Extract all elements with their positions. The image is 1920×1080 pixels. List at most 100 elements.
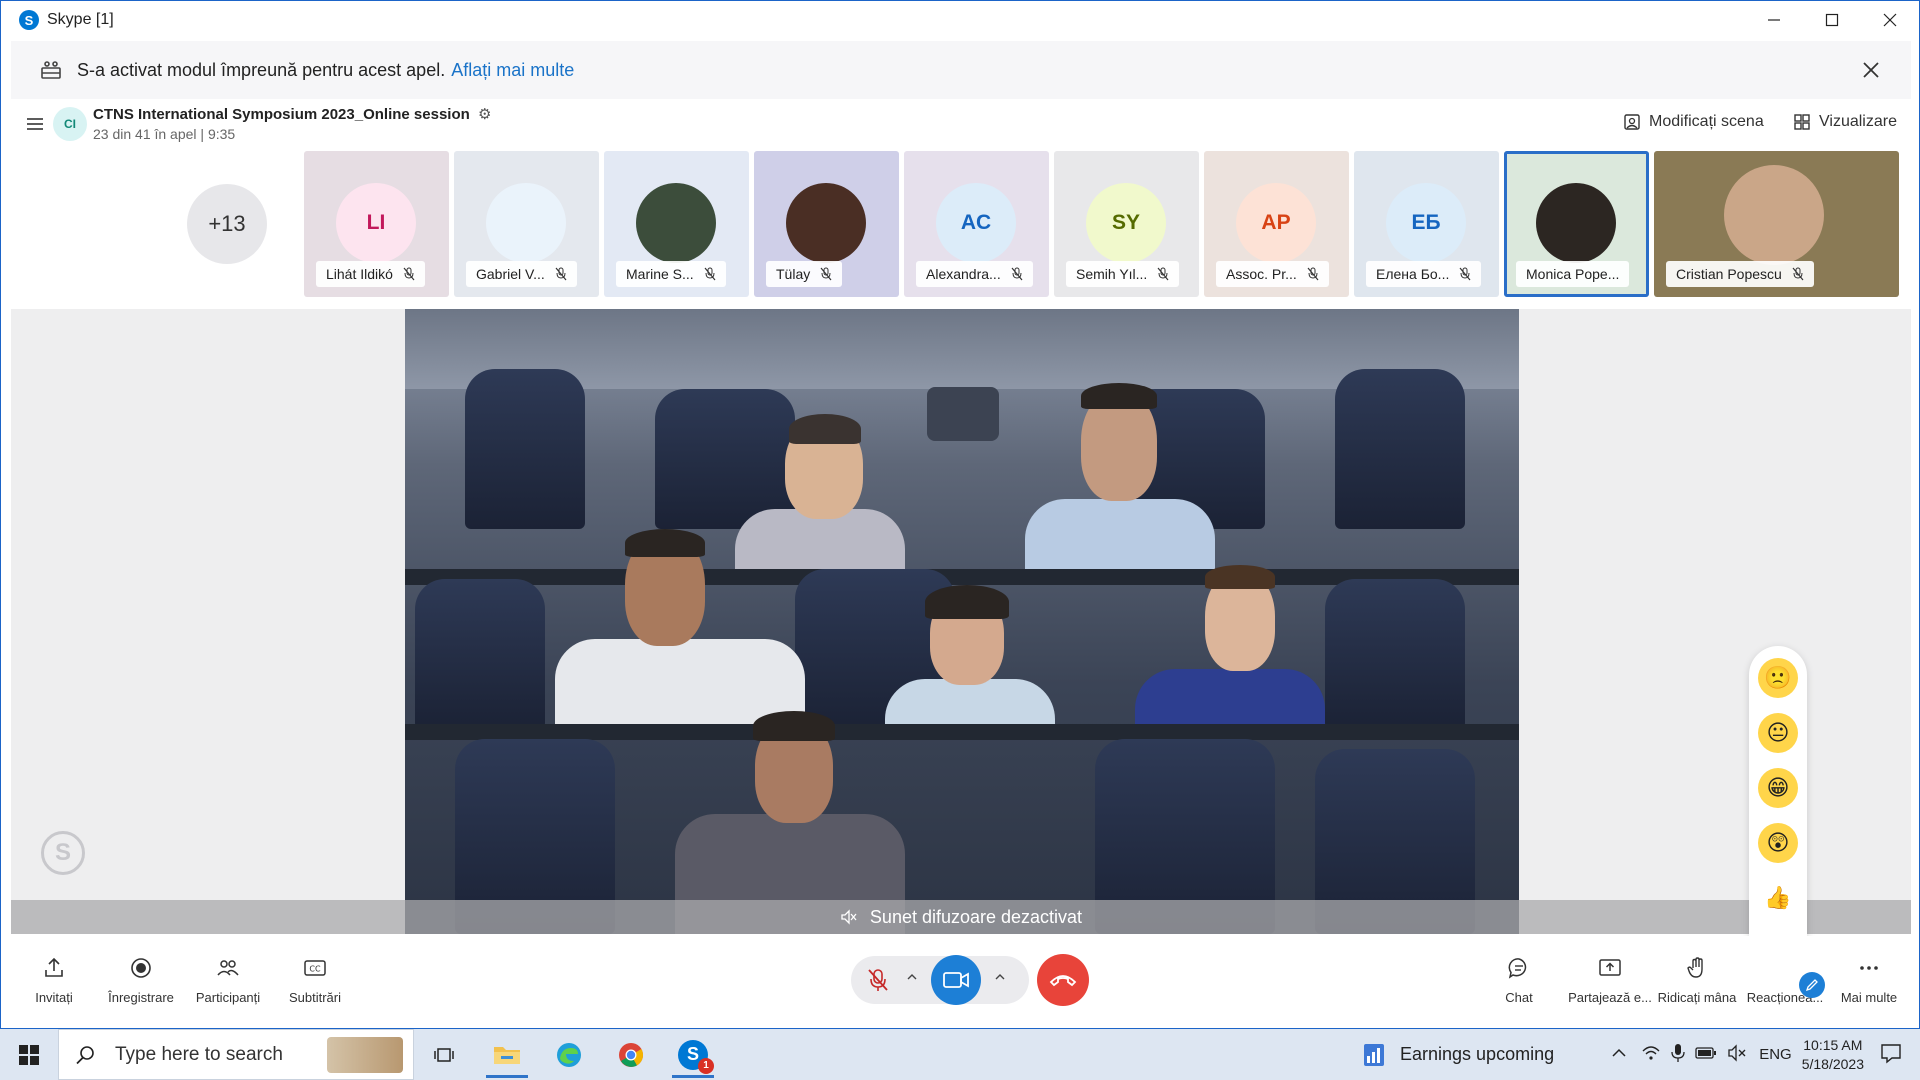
chat-bubble-icon: [1508, 958, 1527, 979]
mic-muted-icon: [704, 267, 716, 281]
participant-avatar: LI: [336, 183, 416, 263]
together-mode-notice: S-a activat modul împreună pentru acest …: [11, 41, 1911, 99]
notifications-icon[interactable]: [1880, 1042, 1902, 1068]
file-explorer-app[interactable]: [476, 1029, 538, 1080]
close-icon: [1883, 13, 1897, 27]
raise-hand-button[interactable]: Ridicați mâna: [1652, 956, 1742, 1005]
change-scene-label: Modificați scena: [1649, 113, 1764, 130]
view-label: Vizualizare: [1819, 113, 1897, 130]
skype-notification-badge: 1: [698, 1057, 714, 1074]
view-button[interactable]: Vizualizare: [1793, 113, 1897, 131]
share-screen-button[interactable]: Partajează e...: [1562, 956, 1658, 1005]
folder-icon: [494, 1046, 520, 1064]
edit-pencil-icon[interactable]: [1799, 972, 1825, 998]
taskbar-clock[interactable]: 10:15 AM 5/18/2023: [1802, 1036, 1864, 1074]
participant-avatar: ЕБ: [1386, 183, 1466, 263]
participant-tile[interactable]: AP Assoc. Pr...: [1204, 151, 1349, 297]
participant-avatar: [486, 183, 566, 263]
show-hidden-icons-chevron-icon[interactable]: [1611, 1046, 1627, 1063]
participant-name: Cristian Popescu: [1676, 266, 1782, 282]
end-call-button[interactable]: [1037, 954, 1089, 1006]
laugh-emoji-icon[interactable]: 😁: [1758, 768, 1798, 808]
call-title-text: CTNS International Symposium 2023_Online…: [93, 106, 470, 123]
news-text: Earnings upcoming: [1400, 1044, 1555, 1064]
thumbs-up-icon[interactable]: 👍: [1758, 878, 1798, 918]
participant-tile[interactable]: AC Alexandra...: [904, 151, 1049, 297]
maximize-icon: [1825, 13, 1839, 27]
mic-muted-icon: [403, 267, 415, 281]
neutral-emoji-icon[interactable]: 😐: [1758, 713, 1798, 753]
mic-options-chevron-icon[interactable]: [905, 970, 919, 984]
edge-browser-app[interactable]: [538, 1029, 600, 1080]
invite-button[interactable]: Invitați: [14, 956, 94, 1005]
minimize-button[interactable]: [1745, 1, 1803, 39]
participant-tile[interactable]: LI Lihát Ildikó: [304, 151, 449, 297]
close-window-button[interactable]: [1861, 1, 1919, 39]
settings-icon[interactable]: ⚙: [478, 106, 491, 123]
maximize-button[interactable]: [1803, 1, 1861, 39]
more-options-button[interactable]: Mai multe: [1829, 956, 1909, 1005]
change-scene-button[interactable]: Modificați scena: [1623, 113, 1764, 131]
participant-tile[interactable]: Marine S...: [604, 151, 749, 297]
task-view-button[interactable]: [414, 1029, 476, 1080]
window-controls: [1745, 1, 1919, 39]
skype-window: S Skype [1] S-a activat modul împreună p…: [0, 0, 1920, 1029]
participant-name: Alexandra...: [926, 266, 1001, 282]
sad-emoji-icon[interactable]: 🙁: [1758, 658, 1798, 698]
close-notice-icon[interactable]: [1859, 58, 1883, 82]
participants-button[interactable]: Participanți: [188, 956, 268, 1005]
reactions-panel: 🙁 😐 😁 😲 👍 ❤: [1749, 646, 1807, 976]
participant-name: Tülay: [776, 266, 811, 282]
call-title[interactable]: CTNS International Symposium 2023_Online…: [93, 105, 491, 123]
participant-avatar: [636, 183, 716, 263]
camera-button[interactable]: [931, 955, 981, 1005]
share-screen-label: Partajează e...: [1568, 990, 1652, 1005]
participant-tile[interactable]: Cristian Popescu: [1654, 151, 1899, 297]
record-button[interactable]: Înregistrare: [101, 956, 181, 1005]
chrome-browser-app[interactable]: [600, 1029, 662, 1080]
record-label: Înregistrare: [108, 990, 174, 1005]
skype-logo-icon: S: [19, 10, 39, 30]
more-participants-button[interactable]: +13: [187, 184, 267, 264]
notice-text: S-a activat modul împreună pentru acest …: [77, 59, 446, 80]
surprised-emoji-icon[interactable]: 😲: [1758, 823, 1798, 863]
camera-options-chevron-icon[interactable]: [993, 970, 1007, 984]
chat-label: Chat: [1505, 990, 1533, 1005]
participants-label: Participanți: [195, 990, 261, 1005]
seat: [465, 369, 585, 529]
wifi-icon[interactable]: [1641, 1044, 1661, 1066]
skype-taskbar-app[interactable]: S 1: [662, 1029, 724, 1080]
taskbar-search[interactable]: Type here to search: [58, 1029, 414, 1080]
learn-more-link[interactable]: Aflați mai multe: [451, 60, 574, 81]
battery-icon[interactable]: [1695, 1046, 1717, 1064]
participant-tile[interactable]: SY Semih Yıl...: [1054, 151, 1199, 297]
subtitles-button[interactable]: CC Subtitrări: [275, 956, 355, 1005]
participant-name: Monica Pope...: [1526, 266, 1620, 282]
minimize-icon: [1768, 19, 1780, 21]
start-button[interactable]: [0, 1029, 58, 1080]
volume-muted-icon[interactable]: [1727, 1043, 1747, 1066]
clock-time: 10:15 AM: [1803, 1036, 1863, 1053]
mic-muted-icon: [868, 969, 888, 991]
participant-tile[interactable]: Tülay: [754, 151, 899, 297]
news-widget[interactable]: Earnings upcoming: [1362, 1029, 1554, 1080]
group-avatar[interactable]: CI: [53, 107, 87, 141]
seat-row-divider: [405, 724, 1519, 740]
participant-name-tag: Gabriel V...: [466, 261, 577, 287]
participant-tile[interactable]: Gabriel V...: [454, 151, 599, 297]
input-language[interactable]: ENG: [1759, 1046, 1792, 1063]
chat-button[interactable]: Chat: [1479, 956, 1559, 1005]
participant-avatar: SY: [1086, 183, 1166, 263]
share-screen-icon: [1599, 959, 1621, 976]
participant-name-tag: Cristian Popescu: [1666, 261, 1814, 287]
participant-name-tag: Semih Yıl...: [1066, 261, 1180, 287]
participant-tile[interactable]: Monica Pope...: [1504, 151, 1649, 297]
mic-muted-icon: [1307, 267, 1319, 281]
mute-mic-button[interactable]: [859, 961, 897, 999]
mic-muted-icon: [1792, 267, 1804, 281]
participant-name: Lihát Ildikó: [326, 266, 393, 282]
microphone-tray-icon[interactable]: [1671, 1043, 1685, 1067]
participant-tile[interactable]: ЕБ Елена Бо...: [1354, 151, 1499, 297]
hamburger-menu-icon[interactable]: [25, 115, 45, 133]
search-placeholder: Type here to search: [115, 1043, 283, 1065]
